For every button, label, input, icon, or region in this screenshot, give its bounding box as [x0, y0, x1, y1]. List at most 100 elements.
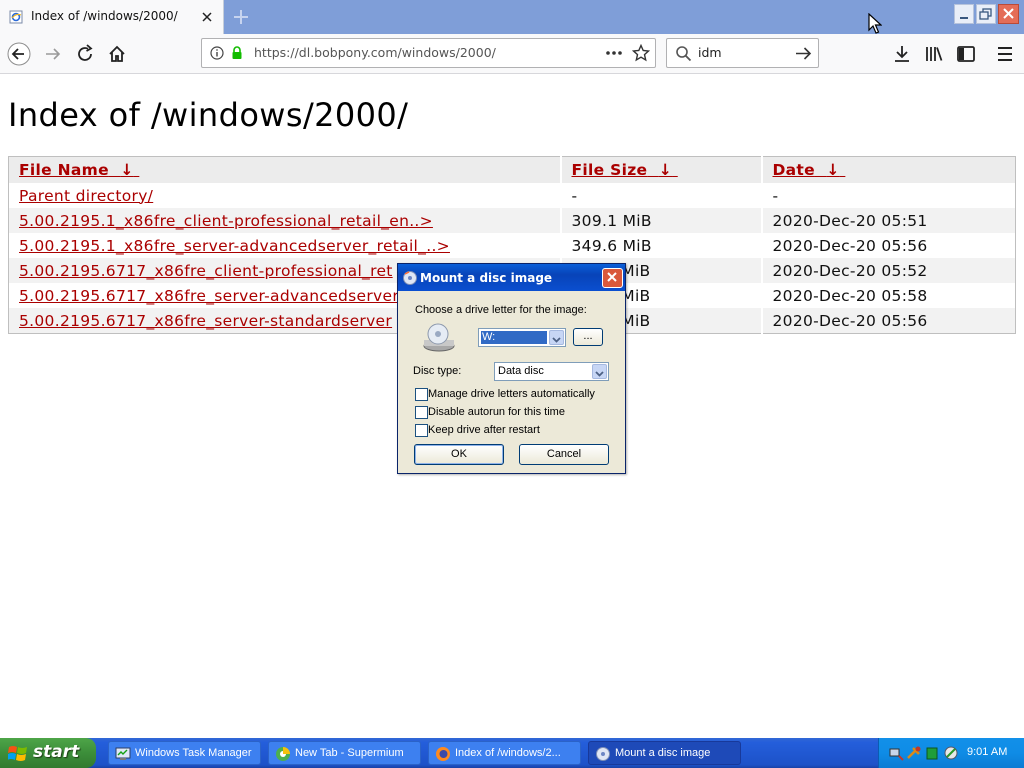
keep-drive-checkbox[interactable] [415, 424, 428, 437]
date-cell: 2020-Dec-20 05:56 [772, 236, 928, 255]
close-icon [1003, 8, 1014, 19]
ok-button[interactable]: OK [414, 444, 504, 465]
table-row: 5.00.2195.1_x86fre_server-advancedserver… [8, 233, 1016, 258]
drive-icon [423, 323, 455, 352]
sidebar-icon[interactable] [954, 42, 978, 66]
network-tray-icon[interactable] [888, 745, 904, 761]
restore-icon [979, 8, 992, 20]
file-size-cell: - [560, 183, 763, 208]
column-header-file-size: File Size ↓ [560, 156, 763, 183]
taskbar-item-mount-dialog[interactable]: Mount a disc image [588, 741, 741, 765]
taskbar-item-supermium[interactable]: New Tab - Supermium [268, 741, 421, 765]
manage-drive-letters-label: Manage drive letters automatically [428, 388, 595, 400]
close-icon [607, 272, 617, 282]
date-cell: 2020-Dec-20 05:52 [761, 258, 1016, 283]
file-link[interactable]: 5.00.2195.6717_x86fre_client-professiona… [19, 262, 393, 280]
file-name-cell: 5.00.2195.1_x86fre_client-professional_r… [8, 208, 562, 233]
browser-tab[interactable]: Index of /windows/2000/ [0, 0, 224, 34]
forward-icon[interactable] [41, 42, 65, 66]
browse-button[interactable]: ... [573, 328, 603, 346]
disc-type-select[interactable]: Data disc [494, 362, 609, 381]
drive-letter-select[interactable]: W: [478, 328, 566, 347]
date-cell: - [772, 186, 779, 205]
column-header-date: Date ↓ [761, 156, 1016, 183]
page-title: Index of /windows/2000/ [8, 96, 409, 134]
system-tray: 9:01 AM [878, 738, 1024, 768]
mouse-cursor-icon [868, 13, 882, 34]
table-row: Parent directory/ - - [8, 183, 1016, 208]
clock: 9:01 AM [967, 746, 1008, 758]
minimize-icon [960, 17, 968, 19]
date-cell: 2020-Dec-20 05:51 [761, 208, 1016, 233]
bookmark-star-icon[interactable] [632, 44, 650, 62]
file-name-cell: 5.00.2195.1_x86fre_server-advancedserver… [8, 233, 562, 258]
dropdown-arrow[interactable] [549, 330, 564, 345]
dialog-title-bar[interactable]: Mount a disc image [398, 264, 625, 291]
search-go-arrow-icon[interactable] [795, 46, 813, 61]
windows-logo-icon [8, 746, 27, 761]
table-row: 5.00.2195.1_x86fre_client-professional_r… [8, 208, 1016, 233]
keep-drive-label: Keep drive after restart [428, 424, 540, 436]
ie-page-icon [9, 10, 23, 24]
file-size-cell: 349.6 MiB [560, 233, 763, 258]
mount-tray-icon[interactable] [943, 745, 959, 761]
taskbar-item-index-page[interactable]: Index of /windows/2... [428, 741, 581, 765]
lock-icon[interactable] [230, 45, 244, 61]
date-cell: 2020-Dec-20 05:56 [761, 308, 1016, 334]
info-icon[interactable] [210, 46, 224, 60]
disc-type-value: Data disc [498, 365, 544, 377]
disable-autorun-label: Disable autorun for this time [428, 406, 565, 418]
manage-drive-letters-checkbox[interactable] [415, 388, 428, 401]
menu-icon[interactable] [993, 42, 1017, 66]
page-actions-icon[interactable] [604, 47, 624, 59]
taskbar-item-task-manager[interactable]: Windows Task Manager [108, 741, 261, 765]
mount-disc-image-dialog: Mount a disc image Choose a drive letter… [397, 263, 626, 474]
close-tab-icon[interactable] [199, 9, 215, 25]
file-link[interactable]: 5.00.2195.1_x86fre_client-professional_r… [19, 212, 433, 230]
dialog-close-button[interactable] [602, 268, 623, 288]
new-tab-icon[interactable] [231, 7, 251, 27]
file-size-cell: 309.1 MiB [560, 208, 763, 233]
taskbar-item-label: Windows Task Manager [135, 747, 252, 759]
home-icon[interactable] [105, 42, 129, 66]
tool-tray-icon[interactable] [906, 745, 922, 761]
minimize-button[interactable] [954, 4, 974, 24]
search-bar[interactable]: idm [666, 38, 819, 68]
task-manager-icon [115, 747, 131, 760]
library-icon[interactable] [922, 42, 946, 66]
column-header-file-name: File Name ↓ [8, 156, 562, 183]
disable-autorun-checkbox[interactable] [415, 406, 428, 419]
restore-button[interactable] [976, 4, 996, 24]
taskbar-item-label: Index of /windows/2... [455, 747, 561, 759]
disc-app-icon [596, 747, 610, 761]
url-text[interactable]: https://dl.bobpony.com/windows/2000/ [254, 45, 496, 60]
date-cell: 2020-Dec-20 05:58 [772, 286, 928, 305]
sort-by-date-link[interactable]: Date ↓ [773, 161, 846, 179]
file-link[interactable]: 5.00.2195.1_x86fre_server-advancedserver… [19, 237, 450, 255]
taskbar-item-label: Mount a disc image [615, 747, 711, 759]
address-bar[interactable]: https://dl.bobpony.com/windows/2000/ [201, 38, 656, 68]
downloads-icon[interactable] [890, 42, 914, 66]
drive-letter-prompt: Choose a drive letter for the image: [415, 304, 587, 316]
navigation-toolbar: https://dl.bobpony.com/windows/2000/ idm [0, 34, 1024, 74]
search-input[interactable]: idm [698, 45, 722, 60]
disc-app-icon [403, 271, 417, 285]
windows-taskbar: start Windows Task Manager New Tab - Sup… [0, 738, 1024, 768]
file-link[interactable]: 5.00.2195.6717_x86fre_server-advancedser… [19, 287, 399, 305]
close-window-button[interactable] [998, 4, 1019, 24]
back-icon[interactable] [7, 42, 31, 66]
table-header-row: File Name ↓ File Size ↓ Date ↓ [8, 156, 1016, 183]
parent-directory-link[interactable]: Parent directory/ [19, 187, 153, 205]
sort-by-size-link[interactable]: File Size ↓ [572, 161, 678, 179]
file-link[interactable]: 5.00.2195.6717_x86fre_server-standardser… [19, 312, 392, 330]
dropdown-arrow[interactable] [592, 364, 607, 379]
start-button[interactable]: start [0, 738, 96, 768]
cancel-button[interactable]: Cancel [519, 444, 609, 465]
sort-by-name-link[interactable]: File Name ↓ [19, 161, 139, 179]
browser-icon [276, 747, 290, 761]
reload-icon[interactable] [73, 42, 97, 66]
tab-title: Index of /windows/2000/ [31, 9, 178, 23]
battery-tray-icon[interactable] [925, 745, 939, 761]
drive-letter-value: W: [481, 331, 547, 344]
search-icon [676, 46, 692, 62]
